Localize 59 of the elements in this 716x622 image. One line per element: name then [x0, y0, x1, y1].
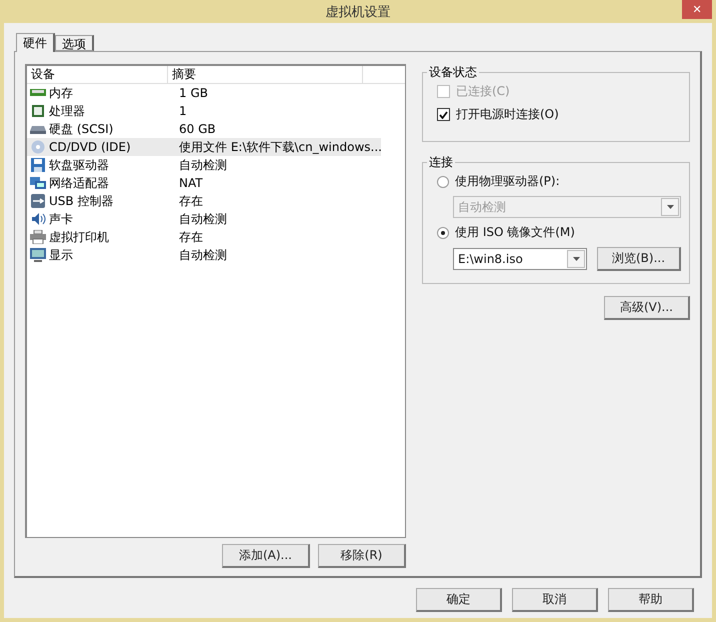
checkbox-option[interactable]: 打开电源时连接(O) [437, 106, 681, 123]
device-row[interactable]: 硬盘 (SCSI) 60 GB [27, 120, 381, 138]
dialog-button[interactable]: 确定 [416, 588, 502, 612]
dialog-button[interactable]: 帮助 [608, 588, 694, 612]
device-summary: 60 GB [179, 122, 216, 136]
advanced-button[interactable]: 高级(V)... [604, 296, 690, 320]
device-name: 显示 [49, 246, 73, 264]
speaker-icon [29, 212, 47, 226]
radio-button[interactable] [437, 226, 449, 238]
device-name: USB 控制器 [49, 192, 114, 210]
column-header[interactable]: 摘要 [168, 66, 363, 83]
list-action-button[interactable]: 添加(A)... [222, 544, 310, 568]
network-icon [29, 176, 47, 190]
tab[interactable]: 硬件 [16, 33, 55, 52]
radio-option[interactable]: 使用 ISO 镜像文件(M) [437, 224, 681, 241]
device-summary: NAT [179, 176, 203, 190]
column-header[interactable]: 设备 [27, 66, 168, 83]
device-row[interactable]: 内存 1 GB [27, 84, 381, 102]
window-title: 虚拟机设置 [326, 4, 390, 20]
device-summary: 自动检测 [179, 156, 227, 174]
disc-icon [29, 140, 47, 154]
browse-button[interactable]: 浏览(B)... [597, 247, 681, 271]
device-row[interactable]: 显示 自动检测 [27, 246, 381, 264]
device-name: 处理器 [49, 102, 85, 120]
device-row[interactable]: 软盘驱动器 自动检测 [27, 156, 381, 174]
device-row[interactable]: USB 控制器 存在 [27, 192, 381, 210]
device-row[interactable]: 网络适配器 NAT [27, 174, 381, 192]
device-name: 网络适配器 [49, 174, 109, 192]
iso-path-field[interactable]: E:\win8.iso [453, 248, 587, 270]
device-summary: 使用文件 E:\软件下载\cn_windows... [179, 138, 382, 156]
device-summary: 自动检测 [179, 210, 227, 228]
caret-icon [666, 205, 674, 209]
device-name: 软盘驱动器 [49, 156, 109, 174]
monitor-icon [29, 248, 47, 262]
group-title: 设备状态 [428, 64, 478, 81]
group-title: 连接 [428, 154, 454, 171]
device-summary: 存在 [179, 192, 203, 210]
device-name: 硬盘 (SCSI) [49, 120, 114, 138]
device-name: 内存 [49, 84, 73, 102]
device-row[interactable]: 处理器 1 [27, 102, 381, 120]
tab[interactable]: 选项 [55, 35, 94, 51]
device-row[interactable]: 虚拟打印机 存在 [27, 228, 381, 246]
device-summary: 自动检测 [179, 246, 227, 264]
device-name: 虚拟打印机 [49, 228, 109, 246]
device-row[interactable]: 声卡 自动检测 [27, 210, 381, 228]
device-summary: 1 GB [179, 86, 208, 100]
dialog-button[interactable]: 取消 [512, 588, 598, 612]
device-summary: 存在 [179, 228, 203, 246]
device-name: 声卡 [49, 210, 73, 228]
device-row[interactable]: CD/DVD (IDE) 使用文件 E:\软件下载\cn_windows... [27, 138, 381, 156]
printer-icon [29, 230, 47, 244]
chip-icon [29, 104, 47, 118]
caret-icon [572, 257, 580, 261]
checkbox[interactable] [437, 108, 450, 121]
usb-icon [29, 194, 47, 208]
device-name: CD/DVD (IDE) [49, 140, 131, 154]
close-button[interactable]: ✕ [682, 0, 712, 19]
list-action-button[interactable]: 移除(R) [318, 544, 406, 568]
device-summary: 1 [179, 104, 187, 118]
